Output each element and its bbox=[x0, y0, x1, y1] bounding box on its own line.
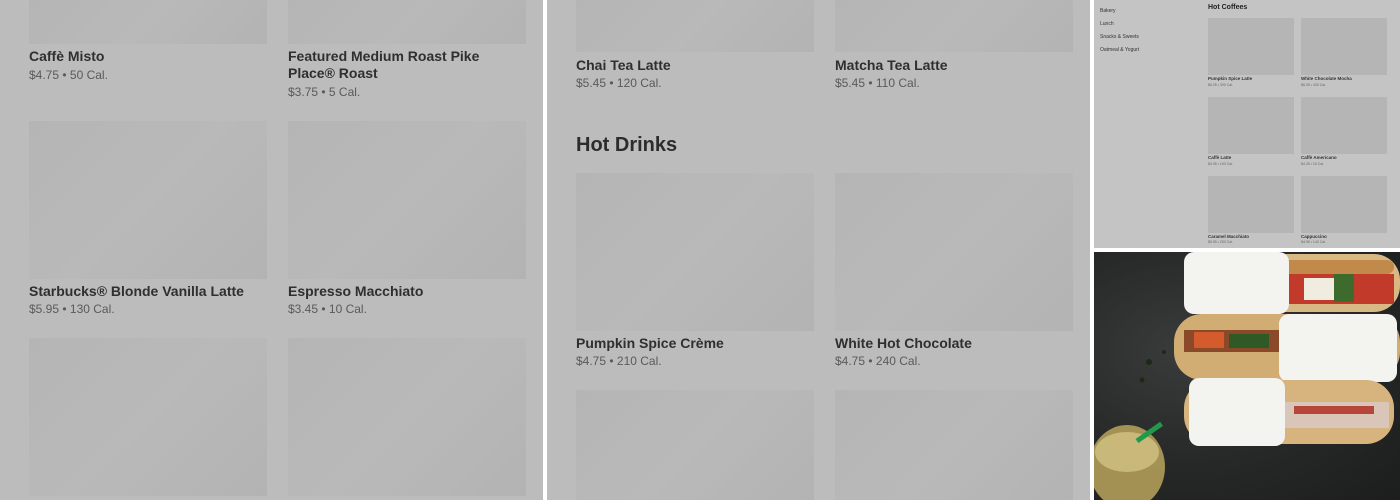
item-image-placeholder[interactable] bbox=[1301, 97, 1387, 154]
item-name[interactable]: White Chocolate Mocha bbox=[1301, 76, 1352, 81]
item-name[interactable]: Caramel Macchiato bbox=[1208, 234, 1249, 239]
category-link[interactable]: Bakery bbox=[1100, 8, 1116, 14]
item-image-placeholder[interactable] bbox=[288, 0, 526, 44]
item-price-calories: $4.95 • 140 Cal. bbox=[1301, 240, 1326, 244]
menu-panel-middle: Chai Tea Latte $5.45 • 120 Cal. Matcha T… bbox=[547, 0, 1090, 500]
item-image-placeholder[interactable] bbox=[288, 338, 526, 496]
item-price-calories: $3.75 • 5 Cal. bbox=[288, 85, 361, 99]
section-title: Hot Coffees bbox=[1208, 4, 1248, 11]
section-title: Hot Drinks bbox=[576, 134, 678, 156]
item-image-placeholder[interactable] bbox=[1208, 176, 1294, 233]
item-name[interactable]: Chai Tea Latte bbox=[576, 57, 671, 74]
item-name[interactable]: Caffè Misto bbox=[29, 48, 104, 65]
item-name[interactable]: Pumpkin Spice Latte bbox=[1208, 76, 1252, 81]
item-image-placeholder[interactable] bbox=[835, 390, 1073, 500]
item-price-calories: $5.95 • 130 Cal. bbox=[29, 302, 115, 316]
item-image-placeholder[interactable] bbox=[29, 338, 267, 496]
item-image-placeholder[interactable] bbox=[576, 390, 814, 500]
item-price-calories: $6.25 • 430 Cal. bbox=[1301, 83, 1326, 87]
item-price-calories: $4.25 • 15 Cal. bbox=[1301, 162, 1325, 166]
item-price-calories: $4.75 • 210 Cal. bbox=[576, 354, 662, 368]
item-name[interactable]: White Hot Chocolate bbox=[835, 335, 972, 352]
item-price-calories: $5.45 • 120 Cal. bbox=[576, 76, 662, 90]
food-photo-panini bbox=[1094, 252, 1400, 500]
item-price-calories: $4.95 • 190 Cal. bbox=[1208, 162, 1233, 166]
item-name[interactable]: Caffè Americano bbox=[1301, 155, 1337, 160]
item-image-placeholder[interactable] bbox=[1301, 176, 1387, 233]
item-image-placeholder[interactable] bbox=[835, 173, 1073, 331]
item-price-calories: $5.95 • 250 Cal. bbox=[1208, 240, 1233, 244]
sandwich-illustration bbox=[1094, 252, 1400, 500]
item-name[interactable]: Caffè Latte bbox=[1208, 155, 1231, 160]
menu-panel-left: Caffè Misto $4.75 • 50 Cal. Featured Med… bbox=[0, 0, 543, 500]
item-name[interactable]: Matcha Tea Latte bbox=[835, 57, 948, 74]
menu-panel-mini: Bakery Lunch Snacks & Sweets Oatmeal & Y… bbox=[1094, 0, 1400, 248]
item-image-placeholder[interactable] bbox=[1301, 18, 1387, 75]
item-name[interactable]: Espresso Macchiato bbox=[288, 283, 423, 300]
item-price-calories: $3.45 • 10 Cal. bbox=[288, 302, 367, 316]
category-link[interactable]: Snacks & Sweets bbox=[1100, 34, 1139, 40]
item-image-placeholder[interactable] bbox=[29, 0, 267, 44]
item-image-placeholder[interactable] bbox=[29, 121, 267, 279]
item-image-placeholder[interactable] bbox=[576, 173, 814, 331]
item-price-calories: $5.45 • 110 Cal. bbox=[835, 76, 920, 90]
item-image-placeholder[interactable] bbox=[288, 121, 526, 279]
item-price-calories: $4.75 • 240 Cal. bbox=[835, 354, 921, 368]
item-price-calories: $6.25 • 390 Cal. bbox=[1208, 83, 1233, 87]
category-link[interactable]: Oatmeal & Yogurt bbox=[1100, 47, 1139, 53]
item-name[interactable]: Featured Medium Roast Pike Place® Roast bbox=[288, 48, 528, 82]
item-image-placeholder[interactable] bbox=[1208, 97, 1294, 154]
category-link[interactable]: Lunch bbox=[1100, 21, 1114, 27]
item-image-placeholder[interactable] bbox=[576, 0, 814, 52]
item-name[interactable]: Cappuccino bbox=[1301, 234, 1327, 239]
item-name[interactable]: Starbucks® Blonde Vanilla Latte bbox=[29, 283, 244, 300]
item-price-calories: $4.75 • 50 Cal. bbox=[29, 68, 108, 82]
item-name[interactable]: Pumpkin Spice Crème bbox=[576, 335, 724, 352]
item-image-placeholder[interactable] bbox=[1208, 18, 1294, 75]
item-image-placeholder[interactable] bbox=[835, 0, 1073, 52]
